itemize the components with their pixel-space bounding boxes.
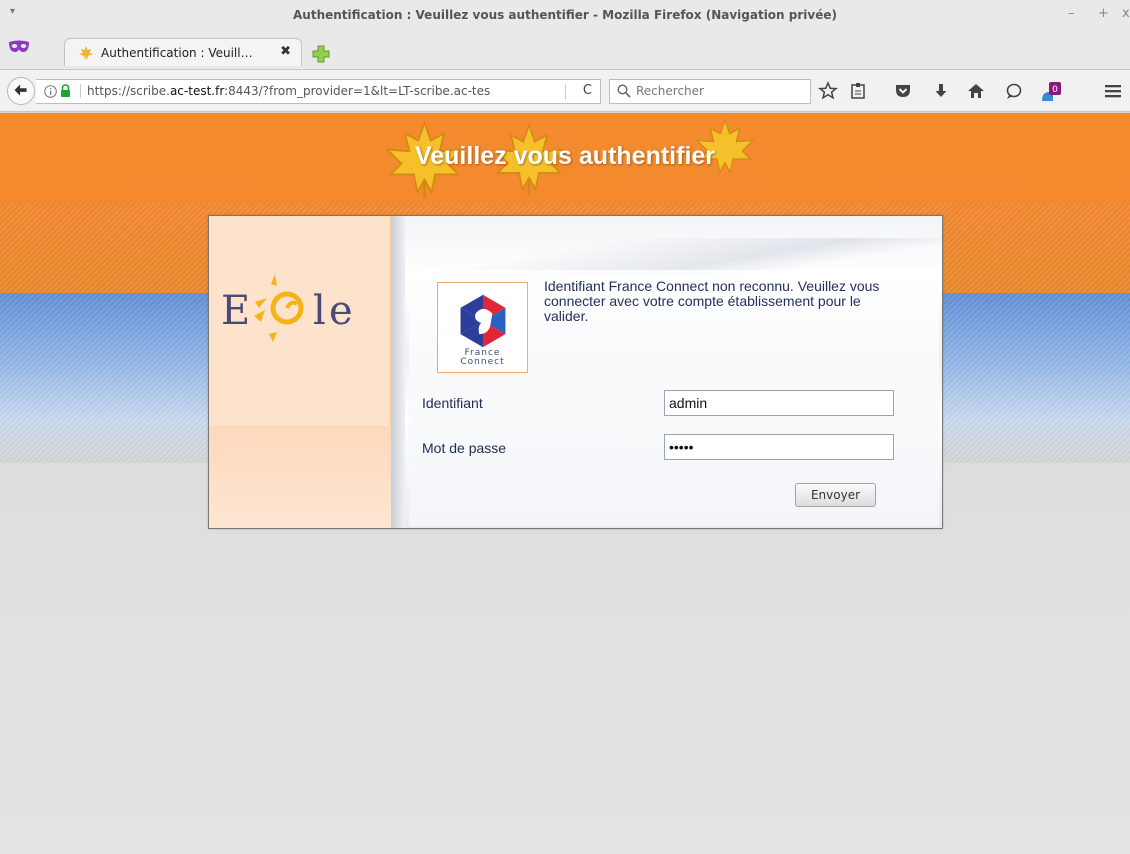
page-content: Veuillez vous authentifier E l e France … xyxy=(0,113,1130,854)
france-connect-badge: France Connect xyxy=(437,282,528,373)
url-prefix: https://scribe. xyxy=(87,84,170,98)
search-placeholder: Rechercher xyxy=(636,84,704,98)
notification-count: 0 xyxy=(1052,85,1058,95)
submit-button[interactable]: Envoyer xyxy=(795,483,876,507)
window-title: Authentification : Veuillez vous authent… xyxy=(293,8,837,22)
svg-text:l: l xyxy=(313,288,326,334)
close-window-button[interactable]: x xyxy=(1122,6,1130,21)
info-icon[interactable] xyxy=(44,85,57,98)
window-titlebar: ▾ Authentification : Veuillez vous authe… xyxy=(0,0,1130,32)
password-input[interactable] xyxy=(664,434,894,460)
france-connect-logo-icon xyxy=(460,294,506,348)
maximize-button[interactable]: + xyxy=(1098,6,1109,21)
url-bar[interactable]: https://scribe.ac-test.fr:8443/?from_pro… xyxy=(36,79,601,104)
svg-text:E: E xyxy=(221,288,250,334)
tab-title: Authentification : Veuill… xyxy=(101,46,253,60)
username-label: Identifiant xyxy=(422,395,483,411)
france-connect-label-2: Connect xyxy=(460,357,505,367)
url-domain: ac-test.fr xyxy=(169,84,225,98)
minimize-button[interactable]: – xyxy=(1068,6,1075,21)
bookmark-star-icon[interactable] xyxy=(818,81,838,101)
tab-authentification[interactable]: Authentification : Veuill… ✖ xyxy=(64,38,302,66)
new-tab-plus-icon[interactable] xyxy=(312,45,330,63)
url-separator xyxy=(565,84,566,100)
maple-leaf-favicon-icon xyxy=(79,46,93,60)
home-icon[interactable] xyxy=(966,81,986,101)
login-left-shade xyxy=(209,426,391,528)
lock-icon[interactable] xyxy=(60,84,71,98)
back-arrow-icon xyxy=(14,84,27,96)
error-message: Identifiant France Connect non reconnu. … xyxy=(544,278,880,324)
search-bar[interactable]: Rechercher xyxy=(609,79,811,104)
panel-divider xyxy=(391,216,405,528)
page-title: Veuillez vous authentifier xyxy=(414,142,716,170)
private-browsing-mask-icon xyxy=(9,40,29,52)
back-button[interactable] xyxy=(7,77,35,105)
tab-strip: Authentification : Veuill… ✖ xyxy=(0,32,1130,70)
tab-close-icon[interactable]: ✖ xyxy=(280,44,291,59)
pocket-icon[interactable] xyxy=(893,81,913,101)
eole-logo: E l e xyxy=(221,274,353,342)
reload-icon[interactable]: C xyxy=(583,83,592,98)
hamburger-menu-icon[interactable] xyxy=(1103,81,1123,101)
url-suffix: :8443/?from_provider=1&lt=LT-scribe.ac-t… xyxy=(224,84,491,98)
extension-notification-icon[interactable]: 0 xyxy=(1040,81,1061,101)
chat-bubble-icon[interactable] xyxy=(1004,81,1024,101)
reading-list-icon[interactable] xyxy=(848,81,868,101)
svg-text:e: e xyxy=(329,288,353,334)
password-label: Mot de passe xyxy=(422,440,507,456)
downloads-icon[interactable] xyxy=(931,81,951,101)
username-input[interactable] xyxy=(664,390,894,416)
url-text: https://scribe.ac-test.fr:8443/?from_pro… xyxy=(80,84,560,98)
login-box: E l e France Connect Identifiant France … xyxy=(208,215,943,529)
search-icon xyxy=(617,84,631,98)
navigation-bar: https://scribe.ac-test.fr:8443/?from_pro… xyxy=(0,70,1130,112)
